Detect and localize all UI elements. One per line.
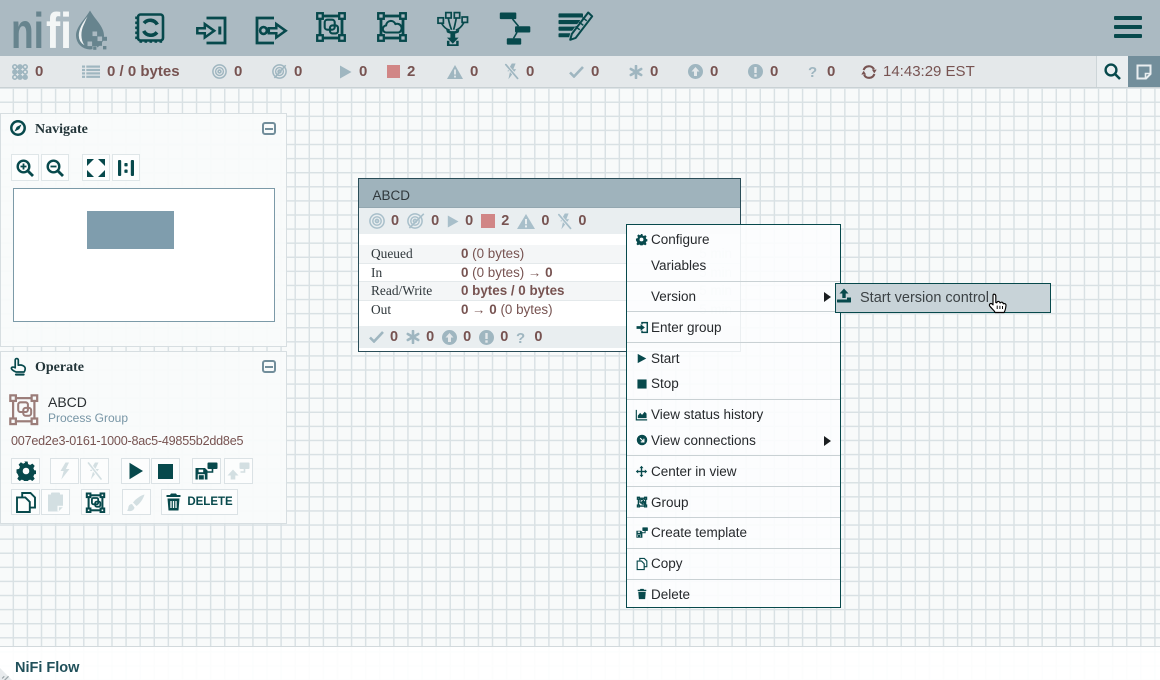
svg-text:fi: fi: [46, 3, 72, 53]
svg-text:ni: ni: [11, 3, 44, 53]
svg-text:?: ?: [808, 64, 817, 79]
svg-text:?: ?: [516, 330, 525, 345]
